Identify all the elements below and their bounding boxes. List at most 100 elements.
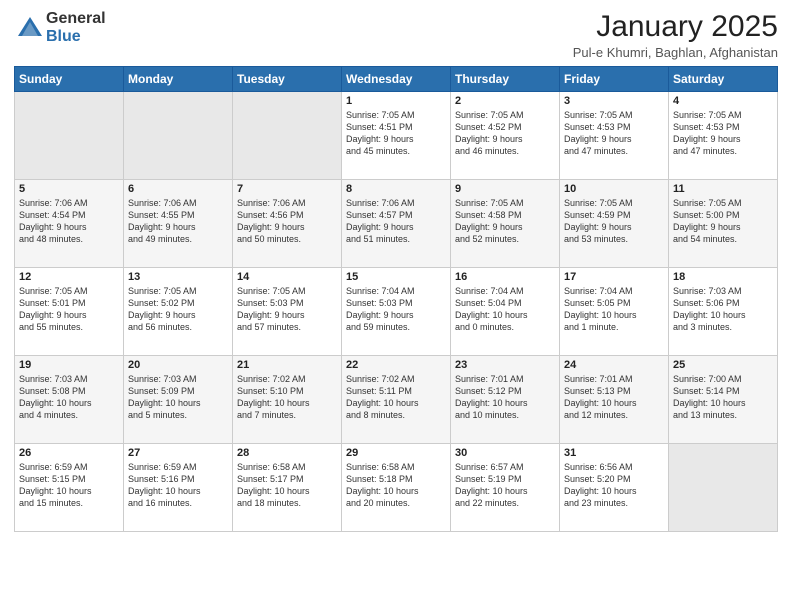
calendar-cell: 25 Sunrise: 7:00 AMSunset: 5:14 PMDayligh… bbox=[669, 356, 778, 444]
calendar-cell bbox=[124, 92, 233, 180]
logo-general: General bbox=[46, 10, 106, 28]
day-detail: Sunrise: 7:06 AMSunset: 4:56 PMDaylight:… bbox=[237, 197, 337, 246]
calendar-cell: 28Sunrise: 6:58 AMSunset: 5:17 PMDayligh… bbox=[233, 444, 342, 532]
day-detail: Sunrise: 7:05 AMSunset: 4:52 PMDaylight:… bbox=[455, 109, 555, 158]
calendar: SundayMondayTuesdayWednesdayThursdayFrid… bbox=[14, 66, 778, 532]
calendar-cell: 31 Sunrise: 6:56 AMSunset: 5:20 PMDayligh… bbox=[560, 444, 669, 532]
calendar-cell: 15Sunrise: 7:04 AMSunset: 5:03 PMDayligh… bbox=[342, 268, 451, 356]
day-detail: Sunrise: 7:04 AMSunset: 5:04 PMDaylight:… bbox=[455, 285, 555, 334]
day-detail: Sunrise: 7:03 AMSunset: 5:09 PMDaylight:… bbox=[128, 373, 228, 422]
weekday-header: Tuesday bbox=[233, 67, 342, 92]
calendar-cell: 13 Sunrise: 7:05 AMSunset: 5:02 PMDayligh… bbox=[124, 268, 233, 356]
calendar-cell: 27 Sunrise: 6:59 AMSunset: 5:16 PMDayligh… bbox=[124, 444, 233, 532]
day-number: 26 bbox=[19, 447, 119, 459]
calendar-cell: 7 Sunrise: 7:06 AMSunset: 4:56 PMDaylight… bbox=[233, 180, 342, 268]
calendar-cell: 16Sunrise: 7:04 AMSunset: 5:04 PMDayligh… bbox=[451, 268, 560, 356]
day-number: 19 bbox=[19, 359, 119, 371]
calendar-week-row: 19 Sunrise: 7:03 AMSunset: 5:08 PMDayligh… bbox=[15, 356, 778, 444]
day-number: 9 bbox=[455, 183, 555, 195]
calendar-cell: 4 Sunrise: 7:05 AMSunset: 4:53 PMDaylight… bbox=[669, 92, 778, 180]
calendar-cell bbox=[669, 444, 778, 532]
calendar-week-row: 26Sunrise: 6:59 AMSunset: 5:15 PMDayligh… bbox=[15, 444, 778, 532]
day-number: 6 bbox=[128, 183, 228, 195]
day-number: 8 bbox=[346, 183, 446, 195]
calendar-cell: 18 Sunrise: 7:03 AMSunset: 5:06 PMDayligh… bbox=[669, 268, 778, 356]
day-number: 25 bbox=[673, 359, 773, 371]
day-number: 3 bbox=[564, 95, 664, 107]
day-detail: Sunrise: 7:03 AMSunset: 5:06 PMDaylight:… bbox=[673, 285, 773, 334]
calendar-cell: 12 Sunrise: 7:05 AMSunset: 5:01 PMDayligh… bbox=[15, 268, 124, 356]
calendar-cell: 10 Sunrise: 7:05 AMSunset: 4:59 PMDayligh… bbox=[560, 180, 669, 268]
day-number: 11 bbox=[673, 183, 773, 195]
calendar-header-row: SundayMondayTuesdayWednesdayThursdayFrid… bbox=[15, 67, 778, 92]
weekday-header: Saturday bbox=[669, 67, 778, 92]
day-number: 4 bbox=[673, 95, 773, 107]
day-number: 14 bbox=[237, 271, 337, 283]
calendar-cell: 2 Sunrise: 7:05 AMSunset: 4:52 PMDaylight… bbox=[451, 92, 560, 180]
day-detail: Sunrise: 7:01 AMSunset: 5:12 PMDaylight:… bbox=[455, 373, 555, 422]
logo-icon bbox=[16, 14, 44, 42]
day-detail: Sunrise: 7:05 AMSunset: 5:00 PMDaylight:… bbox=[673, 197, 773, 246]
day-detail: Sunrise: 6:56 AMSunset: 5:20 PMDaylight:… bbox=[564, 461, 664, 510]
weekday-header: Friday bbox=[560, 67, 669, 92]
calendar-cell: 20 Sunrise: 7:03 AMSunset: 5:09 PMDayligh… bbox=[124, 356, 233, 444]
calendar-cell: 17 Sunrise: 7:04 AMSunset: 5:05 PMDayligh… bbox=[560, 268, 669, 356]
day-number: 7 bbox=[237, 183, 337, 195]
day-detail: Sunrise: 7:01 AMSunset: 5:13 PMDaylight:… bbox=[564, 373, 664, 422]
day-detail: Sunrise: 7:02 AMSunset: 5:10 PMDaylight:… bbox=[237, 373, 337, 422]
day-number: 21 bbox=[237, 359, 337, 371]
calendar-cell: 11 Sunrise: 7:05 AMSunset: 5:00 PMDayligh… bbox=[669, 180, 778, 268]
day-detail: Sunrise: 6:58 AMSunset: 5:18 PMDaylight:… bbox=[346, 461, 446, 510]
day-number: 12 bbox=[19, 271, 119, 283]
calendar-cell: 22 Sunrise: 7:02 AMSunset: 5:11 PMDayligh… bbox=[342, 356, 451, 444]
calendar-cell: 8Sunrise: 7:06 AMSunset: 4:57 PMDaylight… bbox=[342, 180, 451, 268]
calendar-week-row: 5 Sunrise: 7:06 AMSunset: 4:54 PMDaylight… bbox=[15, 180, 778, 268]
title-block: January 2025 Pul-e Khumri, Baghlan, Afgh… bbox=[573, 10, 778, 60]
day-detail: Sunrise: 7:05 AMSunset: 4:59 PMDaylight:… bbox=[564, 197, 664, 246]
day-detail: Sunrise: 7:06 AMSunset: 4:54 PMDaylight:… bbox=[19, 197, 119, 246]
day-detail: Sunrise: 7:02 AMSunset: 5:11 PMDaylight:… bbox=[346, 373, 446, 422]
day-number: 20 bbox=[128, 359, 228, 371]
day-detail: Sunrise: 7:06 AMSunset: 4:55 PMDaylight:… bbox=[128, 197, 228, 246]
day-number: 23 bbox=[455, 359, 555, 371]
day-number: 15 bbox=[346, 271, 446, 283]
day-number: 30 bbox=[455, 447, 555, 459]
calendar-cell: 3Sunrise: 7:05 AMSunset: 4:53 PMDaylight… bbox=[560, 92, 669, 180]
calendar-cell: 23 Sunrise: 7:01 AMSunset: 5:12 PMDayligh… bbox=[451, 356, 560, 444]
day-number: 5 bbox=[19, 183, 119, 195]
calendar-cell: 9 Sunrise: 7:05 AMSunset: 4:58 PMDaylight… bbox=[451, 180, 560, 268]
day-number: 18 bbox=[673, 271, 773, 283]
day-number: 31 bbox=[564, 447, 664, 459]
day-detail: Sunrise: 7:05 AMSunset: 4:58 PMDaylight:… bbox=[455, 197, 555, 246]
calendar-cell: 1 Sunrise: 7:05 AMSunset: 4:51 PMDaylight… bbox=[342, 92, 451, 180]
day-number: 27 bbox=[128, 447, 228, 459]
calendar-cell: 21 Sunrise: 7:02 AMSunset: 5:10 PMDayligh… bbox=[233, 356, 342, 444]
day-number: 17 bbox=[564, 271, 664, 283]
page: General Blue January 2025 Pul-e Khumri, … bbox=[0, 0, 792, 612]
day-detail: Sunrise: 7:03 AMSunset: 5:08 PMDaylight:… bbox=[19, 373, 119, 422]
day-number: 2 bbox=[455, 95, 555, 107]
calendar-week-row: 12 Sunrise: 7:05 AMSunset: 5:01 PMDayligh… bbox=[15, 268, 778, 356]
day-number: 22 bbox=[346, 359, 446, 371]
day-detail: Sunrise: 6:58 AMSunset: 5:17 PMDaylight:… bbox=[237, 461, 337, 510]
day-detail: Sunrise: 7:05 AMSunset: 5:02 PMDaylight:… bbox=[128, 285, 228, 334]
day-detail: Sunrise: 7:04 AMSunset: 5:05 PMDaylight:… bbox=[564, 285, 664, 334]
day-number: 13 bbox=[128, 271, 228, 283]
weekday-header: Thursday bbox=[451, 67, 560, 92]
calendar-cell: 6 Sunrise: 7:06 AMSunset: 4:55 PMDaylight… bbox=[124, 180, 233, 268]
day-detail: Sunrise: 7:05 AMSunset: 4:53 PMDaylight:… bbox=[673, 109, 773, 158]
day-detail: Sunrise: 7:05 AMSunset: 5:01 PMDaylight:… bbox=[19, 285, 119, 334]
day-number: 1 bbox=[346, 95, 446, 107]
day-detail: Sunrise: 6:59 AMSunset: 5:16 PMDaylight:… bbox=[128, 461, 228, 510]
day-number: 10 bbox=[564, 183, 664, 195]
day-detail: Sunrise: 7:00 AMSunset: 5:14 PMDaylight:… bbox=[673, 373, 773, 422]
month-title: January 2025 bbox=[573, 10, 778, 43]
calendar-cell: 26Sunrise: 6:59 AMSunset: 5:15 PMDayligh… bbox=[15, 444, 124, 532]
weekday-header: Sunday bbox=[15, 67, 124, 92]
location: Pul-e Khumri, Baghlan, Afghanistan bbox=[573, 45, 778, 60]
weekday-header: Wednesday bbox=[342, 67, 451, 92]
calendar-cell: 29Sunrise: 6:58 AMSunset: 5:18 PMDayligh… bbox=[342, 444, 451, 532]
header: General Blue January 2025 Pul-e Khumri, … bbox=[14, 10, 778, 60]
day-detail: Sunrise: 6:57 AMSunset: 5:19 PMDaylight:… bbox=[455, 461, 555, 510]
day-detail: Sunrise: 7:05 AMSunset: 4:51 PMDaylight:… bbox=[346, 109, 446, 158]
